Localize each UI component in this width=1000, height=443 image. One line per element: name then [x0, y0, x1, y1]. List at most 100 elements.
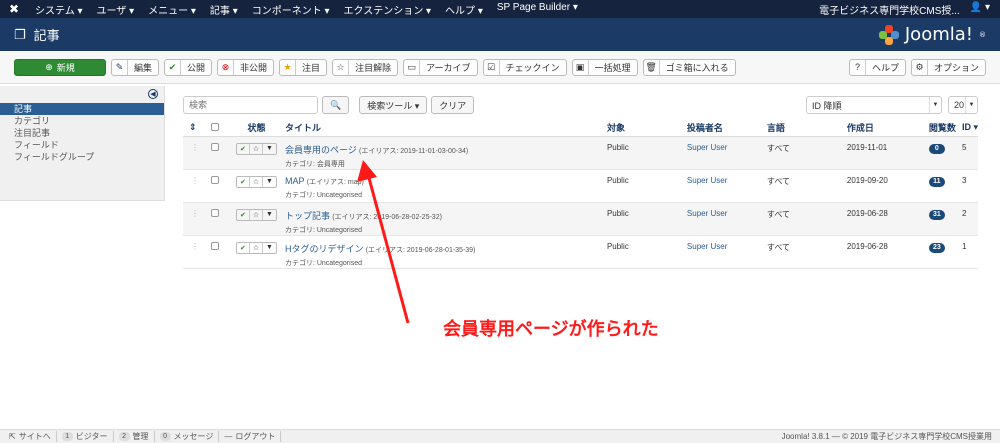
featured-toggle-icon[interactable]: ☆	[250, 242, 263, 253]
access-cell: Public	[606, 169, 687, 203]
sidebar-item-articles[interactable]: 記事	[0, 103, 164, 115]
featured-toggle-icon[interactable]: ☆	[250, 176, 263, 187]
article-title-link[interactable]: MAP	[285, 176, 305, 186]
view-site-link[interactable]: ⇱ サイトへ	[4, 431, 57, 442]
author-link[interactable]: Super User	[686, 136, 767, 170]
date-cell: 2019-09-20	[846, 169, 929, 203]
select-all-checkbox[interactable]	[210, 122, 219, 131]
batch-button[interactable]: ▣ 一括処理	[571, 58, 638, 76]
search-input[interactable]	[183, 96, 318, 114]
drag-handle-icon[interactable]: ⋮	[183, 176, 199, 185]
options-button[interactable]: ⚙ オプション	[910, 58, 986, 76]
unpublish-button[interactable]: ⊗ 非公開	[217, 58, 275, 76]
table-row: ⋮ ✔ ☆ ▼ トップ記事 (エイリアス: 2019-06-28-02-25-32)…	[183, 202, 978, 236]
language-cell: すべて	[766, 136, 847, 170]
joomla-logo-icon	[878, 24, 899, 45]
col-hits[interactable]: 閲覧数	[928, 120, 962, 137]
collapse-sidebar-icon[interactable]: ◀	[148, 89, 158, 99]
search-tools-button[interactable]: 検索ツール ▾	[359, 96, 428, 114]
menu-menus[interactable]: メニュー ▾	[141, 2, 203, 17]
chevron-down-icon: ▼	[965, 97, 977, 113]
author-link[interactable]: Super User	[686, 202, 767, 236]
col-id[interactable]: ID ▾	[961, 120, 978, 137]
checkin-button[interactable]: ☑ チェックイン	[482, 58, 567, 76]
col-access[interactable]: 対象	[606, 120, 687, 137]
help-button[interactable]: ? ヘルプ	[848, 58, 906, 76]
featured-toggle-icon[interactable]: ☆	[250, 209, 263, 220]
status-buttons: ✔ ☆ ▼	[235, 208, 277, 221]
article-category: カテゴリ: Uncategorised	[284, 191, 362, 199]
published-icon[interactable]: ✔	[237, 242, 250, 253]
menu-help[interactable]: ヘルプ ▾	[438, 2, 490, 17]
order-icon[interactable]: ⇕	[183, 122, 197, 132]
sidebar-item-featured[interactable]: 注目記事	[0, 127, 164, 139]
feature-button[interactable]: ★ 注目	[279, 58, 328, 76]
row-checkbox[interactable]	[210, 208, 219, 217]
article-category: カテゴリ: Uncategorised	[284, 226, 362, 234]
user-menu[interactable]: 👤 ▾	[970, 2, 990, 17]
row-checkbox[interactable]	[210, 175, 219, 184]
actions-dropdown-icon[interactable]: ▼	[263, 243, 276, 253]
article-title-link[interactable]: 会員専用のページ	[285, 145, 357, 155]
logout-link[interactable]: — ログアウト	[219, 431, 282, 442]
col-author[interactable]: 投稿者名	[686, 120, 767, 137]
sidebar-item-field-groups[interactable]: フィールドグループ	[0, 151, 164, 163]
actions-dropdown-icon[interactable]: ▼	[263, 177, 276, 187]
article-title-link[interactable]: トップ記事	[285, 211, 330, 221]
actions-dropdown-icon[interactable]: ▼	[263, 144, 276, 154]
menu-system[interactable]: システム ▾	[28, 2, 90, 17]
col-language[interactable]: 言語	[766, 120, 847, 137]
featured-toggle-icon[interactable]: ☆	[250, 143, 263, 154]
publish-button[interactable]: ✔ 公開	[164, 58, 213, 76]
joomla-menu-icon[interactable]: ✖	[0, 2, 28, 16]
hits-badge: 31	[928, 209, 945, 220]
author-link[interactable]: Super User	[686, 235, 767, 269]
language-cell: すべて	[766, 202, 847, 236]
annotation-text: 会員専用ページが作られた	[443, 319, 659, 340]
col-status[interactable]: 状態	[227, 120, 285, 137]
minus-icon: —	[224, 432, 233, 441]
archive-button[interactable]: ▭ アーカイブ	[403, 58, 478, 76]
drag-handle-icon[interactable]: ⋮	[183, 242, 199, 251]
visitors-count: 1	[61, 432, 73, 441]
menu-extensions[interactable]: エクステンション ▾	[337, 2, 439, 17]
sidebar-menu: 記事 カテゴリ 注目記事 フィールド フィールドグループ	[0, 103, 164, 163]
actions-dropdown-icon[interactable]: ▼	[263, 210, 276, 220]
published-icon[interactable]: ✔	[237, 143, 250, 154]
menu-users[interactable]: ユーザ ▾	[90, 2, 142, 17]
star-outline-icon: ☆	[333, 59, 350, 75]
check-icon: ✔	[165, 59, 182, 75]
sidebar-item-categories[interactable]: カテゴリ	[0, 115, 164, 127]
checkbox-icon: ☑	[484, 59, 500, 75]
id-cell: 3	[961, 169, 978, 203]
sidebar-item-fields[interactable]: フィールド	[0, 139, 164, 151]
published-icon[interactable]: ✔	[237, 209, 250, 220]
article-title-link[interactable]: Hタグのリデザイン	[285, 244, 364, 254]
site-name-link[interactable]: 電子ビジネス専門学校CMS授...	[819, 2, 960, 17]
row-checkbox[interactable]	[210, 241, 219, 250]
page-title: 記事	[33, 28, 60, 43]
messages-link[interactable]: 0 メッセージ	[155, 431, 220, 442]
author-link[interactable]: Super User	[686, 169, 767, 203]
published-icon[interactable]: ✔	[237, 176, 250, 187]
col-title[interactable]: タイトル	[284, 120, 607, 137]
clear-button[interactable]: クリア	[431, 96, 475, 114]
hits-badge: 0	[928, 143, 945, 154]
menu-sp-page-builder[interactable]: SP Page Builder ▾	[490, 2, 585, 17]
date-cell: 2019-06-28	[846, 235, 929, 269]
limit-select[interactable]: 20 ▼	[948, 96, 978, 114]
menu-components[interactable]: コンポーネント ▾	[245, 2, 337, 17]
annotation-arrow-head	[357, 160, 377, 182]
menu-content[interactable]: 記事 ▾	[203, 2, 245, 17]
unfeature-button[interactable]: ☆ 注目解除	[332, 58, 399, 76]
trash-button[interactable]: 🗑 ゴミ箱に入れる	[642, 58, 736, 76]
col-date[interactable]: 作成日	[846, 120, 929, 137]
edit-button[interactable]: ✎ 編集	[111, 58, 160, 76]
new-button[interactable]: ⊕ 新規	[14, 58, 106, 76]
search-button[interactable]: 🔍	[322, 96, 350, 114]
row-checkbox[interactable]	[210, 142, 219, 151]
drag-handle-icon[interactable]: ⋮	[183, 143, 199, 152]
filter-bar: 🔍 検索ツール ▾ クリア ID 降順▼ 20▼	[183, 96, 978, 114]
sort-select[interactable]: ID 降順 ▼	[806, 96, 942, 114]
drag-handle-icon[interactable]: ⋮	[183, 209, 199, 218]
